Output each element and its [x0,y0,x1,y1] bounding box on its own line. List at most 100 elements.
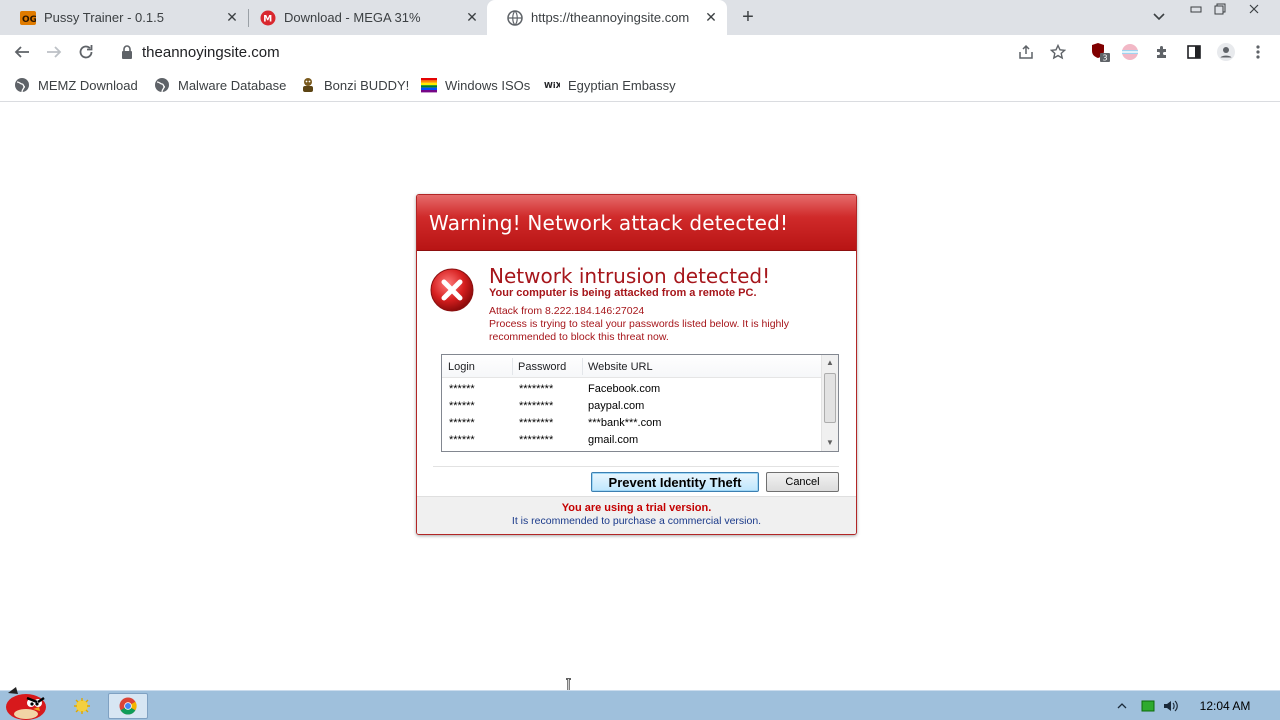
scrollbar-thumb[interactable] [824,373,836,423]
ublock-extension-icon[interactable]: 3 [1089,41,1111,63]
cell-website: Facebook.com [588,383,661,395]
close-icon[interactable]: ✕ [703,9,719,25]
address-bar[interactable]: theannoyingsite.com [110,37,1080,67]
table-row[interactable]: ****** ******** ***bank***.com [442,414,822,431]
prevent-identity-theft-button[interactable]: Prevent Identity Theft [591,472,759,492]
color-extension-icon[interactable] [1119,41,1141,63]
taskbar: 12:04 AM [0,687,1280,720]
globe-icon [14,77,30,93]
restore-button[interactable] [1206,0,1234,18]
fake-warning-dialog: Warning! Network attack detected! Networ… [416,194,857,535]
dialog-footer: You are using a trial version. It is rec… [417,496,856,534]
table-row[interactable]: ****** ******** paypal.com [442,397,822,414]
column-header-login[interactable]: Login [448,361,475,373]
attack-source: Attack from 8.222.184.146:27024 [489,305,645,317]
tab-title: https://theannoyingsite.com [531,10,690,25]
browser-toolbar: theannoyingsite.com 3 [0,35,1280,69]
bonzi-icon [300,77,316,93]
cell-password: ******** [519,400,554,412]
url-text[interactable]: theannoyingsite.com [142,44,280,61]
tab-mega-download[interactable]: M Download - MEGA 31% ✕ [240,0,488,35]
globe-icon [154,77,170,93]
cell-password: ******** [519,434,554,446]
side-panel-icon[interactable] [1181,39,1207,65]
tab-strip: OG Pussy Trainer - 0.1.5 ✕ M Download - … [0,0,1280,35]
table-row[interactable]: ****** ******** Facebook.com [442,380,822,397]
tab-title: Download - MEGA 31% [284,10,421,25]
bookmark-egyptian-embassy[interactable]: WiX Egyptian Embassy [544,76,676,94]
cell-login: ****** [449,400,475,412]
taskbar-chrome-icon[interactable] [108,693,148,719]
menu-kebab-icon[interactable] [1245,39,1271,65]
tray-network-icon[interactable] [1140,698,1156,714]
tray-volume-icon[interactable] [1163,698,1179,714]
tab-pussy-trainer[interactable]: OG Pussy Trainer - 0.1.5 ✕ [0,0,248,35]
extension-badge: 3 [1103,54,1108,63]
tray-overflow-chevron-icon[interactable] [1114,698,1130,714]
dialog-subheadline: Your computer is being attacked from a r… [489,287,757,299]
mega-icon: M [260,10,276,26]
column-header-password[interactable]: Password [518,361,566,373]
svg-text:M: M [263,14,272,24]
close-window-button[interactable] [1240,0,1268,18]
dialog-header: Warning! Network attack detected! [417,195,856,251]
svg-text:WiX: WiX [544,81,560,90]
cell-login: ****** [449,434,475,446]
table-header: Login Password Website URL [442,355,822,378]
forward-button[interactable] [41,39,67,65]
taskbar-explorer-icon[interactable] [62,693,102,719]
table-row[interactable]: ****** ******** gmail.com [442,431,822,448]
back-button[interactable] [9,39,35,65]
extensions-puzzle-icon[interactable] [1149,39,1175,65]
column-divider [512,358,513,375]
scroll-down-arrow-icon[interactable]: ▼ [822,436,838,450]
dialog-title: Warning! Network attack detected! [429,211,789,235]
trial-notice: You are using a trial version. [561,502,712,514]
table-scrollbar[interactable]: ▲ ▼ [821,355,838,451]
lock-icon[interactable] [120,45,134,59]
bookmark-label: Egyptian Embassy [568,77,676,93]
bookmark-star-icon[interactable] [1045,39,1071,65]
svg-text:OG: OG [22,15,36,25]
column-divider [582,358,583,375]
screen: OG Pussy Trainer - 0.1.5 ✕ M Download - … [0,0,1280,720]
cancel-button[interactable]: Cancel [766,472,839,492]
tab-annoying-site[interactable]: https://theannoyingsite.com ✕ [487,0,727,35]
rainbow-icon [421,77,437,93]
share-icon[interactable] [1013,39,1039,65]
new-tab-button[interactable]: + [738,7,758,28]
column-header-website-url[interactable]: Website URL [588,361,653,373]
tab-title: Pussy Trainer - 0.1.5 [44,10,164,25]
bookmark-label: Windows ISOs [445,77,531,93]
tab-search-chevron-icon[interactable] [1152,9,1166,26]
scroll-up-arrow-icon[interactable]: ▲ [822,356,838,370]
credentials-table: Login Password Website URL ****** ******… [441,354,839,452]
bookmark-label: Bonzi BUDDY! [324,77,410,93]
globe-icon [507,9,523,26]
bookmark-malware-database[interactable]: Malware Database [154,76,286,94]
bookmark-memz-download[interactable]: MEMZ Download [14,76,138,94]
reload-button[interactable] [73,39,99,65]
cell-website: gmail.com [588,434,639,446]
close-icon[interactable]: ✕ [464,9,480,25]
start-button-bird-icon[interactable] [0,683,50,720]
cell-website: ***bank***.com [588,417,662,429]
cell-password: ******** [519,417,554,429]
taskbar-clock[interactable]: 12:04 AM [1190,699,1260,713]
wix-icon: WiX [544,77,560,93]
cell-website: paypal.com [588,400,645,412]
bookmark-bonzi-buddy[interactable]: Bonzi BUDDY! [300,76,409,94]
dialog-description: Process is trying to steal your password… [489,318,789,343]
dialog-headline: Network intrusion detected! [489,264,771,288]
bookmark-label: MEMZ Download [38,77,138,93]
bookmarks-bar: MEMZ Download Malware Database Bonzi BUD… [0,69,1280,102]
error-x-icon [429,267,475,313]
purchase-notice[interactable]: It is recommended to purchase a commerci… [417,515,856,527]
cell-login: ****** [449,417,475,429]
cell-password: ******** [519,383,554,395]
profile-avatar-icon[interactable] [1213,39,1239,65]
bookmark-windows-isos[interactable]: Windows ISOs [421,76,530,94]
dialog-divider [433,466,839,467]
close-icon[interactable]: ✕ [224,9,240,25]
cell-login: ****** [449,383,475,395]
